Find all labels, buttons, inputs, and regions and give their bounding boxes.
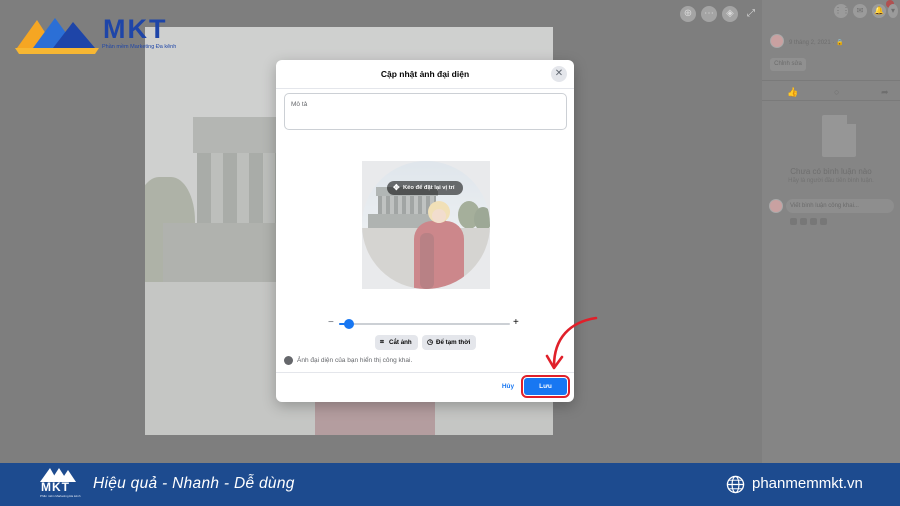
clock-icon: ◷ — [427, 339, 434, 346]
divider — [762, 100, 900, 101]
close-icon: ✕ — [554, 68, 564, 79]
dialog-header-divider — [276, 88, 574, 89]
zoom-in-button[interactable]: + — [513, 318, 521, 328]
account-icon[interactable]: ▾ — [888, 4, 898, 18]
zoom-slider-track[interactable] — [339, 323, 510, 325]
banner-website[interactable]: phanmemmkt.vn — [752, 474, 863, 494]
banner-logo-tagline: Phần mềm Marketing Đa kênh — [40, 494, 81, 498]
gif-icon[interactable] — [810, 218, 817, 225]
temporary-button[interactable]: ◷ Để tạm thời — [422, 335, 476, 350]
save-button[interactable]: Lưu — [521, 375, 570, 398]
crop-button[interactable]: ⌗ Cắt ảnh — [375, 335, 418, 350]
zoom-out-button[interactable]: − — [328, 318, 336, 328]
avatar — [769, 199, 783, 213]
globe-icon — [284, 356, 293, 365]
cancel-button[interactable]: Hủy — [496, 380, 520, 394]
crop-icon: ⌗ — [380, 339, 384, 346]
zoom-slider-thumb[interactable] — [344, 319, 355, 329]
reposition-hint-label: Kéo để đặt lại vị trí — [403, 185, 455, 191]
mkt-logo-mark — [15, 18, 99, 54]
share-icon[interactable]: ➦ — [881, 87, 891, 97]
emoji-icon[interactable] — [790, 218, 797, 225]
edit-button[interactable]: Chỉnh sửa — [770, 58, 806, 71]
logo-text: MKT — [103, 14, 168, 44]
public-notice: Ảnh đại diện của bạn hiển thị công khai. — [297, 357, 413, 364]
empty-comments-icon — [822, 115, 856, 157]
comment-icon[interactable]: ○ — [834, 87, 844, 97]
temporary-button-label: Để tạm thời — [436, 339, 471, 346]
banner-logo-text: MKT — [41, 480, 70, 494]
annotation-arrow — [545, 316, 598, 370]
like-icon[interactable]: 👍 — [787, 87, 798, 97]
close-button[interactable]: ✕ — [551, 66, 567, 82]
messenger-icon[interactable]: ✉ — [853, 4, 867, 18]
camera-icon[interactable] — [800, 218, 807, 225]
logo-tagline: Phần mềm Marketing Đa kênh — [102, 44, 177, 50]
zoom-in-icon[interactable]: ⊕ — [680, 6, 696, 22]
fullscreen-icon[interactable]: ⤢ — [743, 6, 759, 22]
empty-comments-title: Chưa có bình luận nào — [790, 167, 872, 176]
sticker-icon[interactable] — [820, 218, 827, 225]
dialog-footer-divider — [276, 372, 574, 373]
divider — [762, 80, 900, 81]
crop-button-label: Cắt ảnh — [389, 339, 412, 346]
mkt-logo: MKT Phần mềm Marketing Đa kênh — [15, 14, 185, 56]
empty-comments-subtitle: Hãy là người đầu tiên bình luận. — [788, 178, 874, 184]
reposition-hint[interactable]: ✥ Kéo để đặt lại vị trí — [387, 181, 463, 195]
globe-icon — [726, 475, 745, 494]
tag-icon[interactable]: ◈ — [722, 6, 738, 22]
comment-input[interactable]: Viết bình luận công khai... — [786, 199, 894, 213]
footer-banner: MKT Phần mềm Marketing Đa kênh Hiệu quả … — [0, 463, 900, 506]
move-icon: ✥ — [393, 183, 400, 192]
apps-grid-icon[interactable]: ⋮⋮ — [834, 4, 850, 18]
dialog-title: Cập nhật ảnh đại diện — [380, 69, 470, 79]
banner-slogan: Hiệu quả - Nhanh - Dễ dùng — [93, 475, 295, 492]
more-icon[interactable]: ⋯ — [701, 6, 717, 22]
preview-coat-shade — [420, 233, 434, 289]
post-date: 9 tháng 2, 2021 · 🔒 — [789, 40, 844, 46]
description-input[interactable] — [284, 93, 567, 130]
avatar[interactable] — [770, 34, 784, 48]
preview-face — [432, 209, 446, 223]
notifications-icon[interactable]: 🔔 — [872, 4, 886, 18]
update-avatar-dialog: Cập nhật ảnh đại diện ✕ ✥ Kéo để đặt lại… — [276, 60, 574, 402]
